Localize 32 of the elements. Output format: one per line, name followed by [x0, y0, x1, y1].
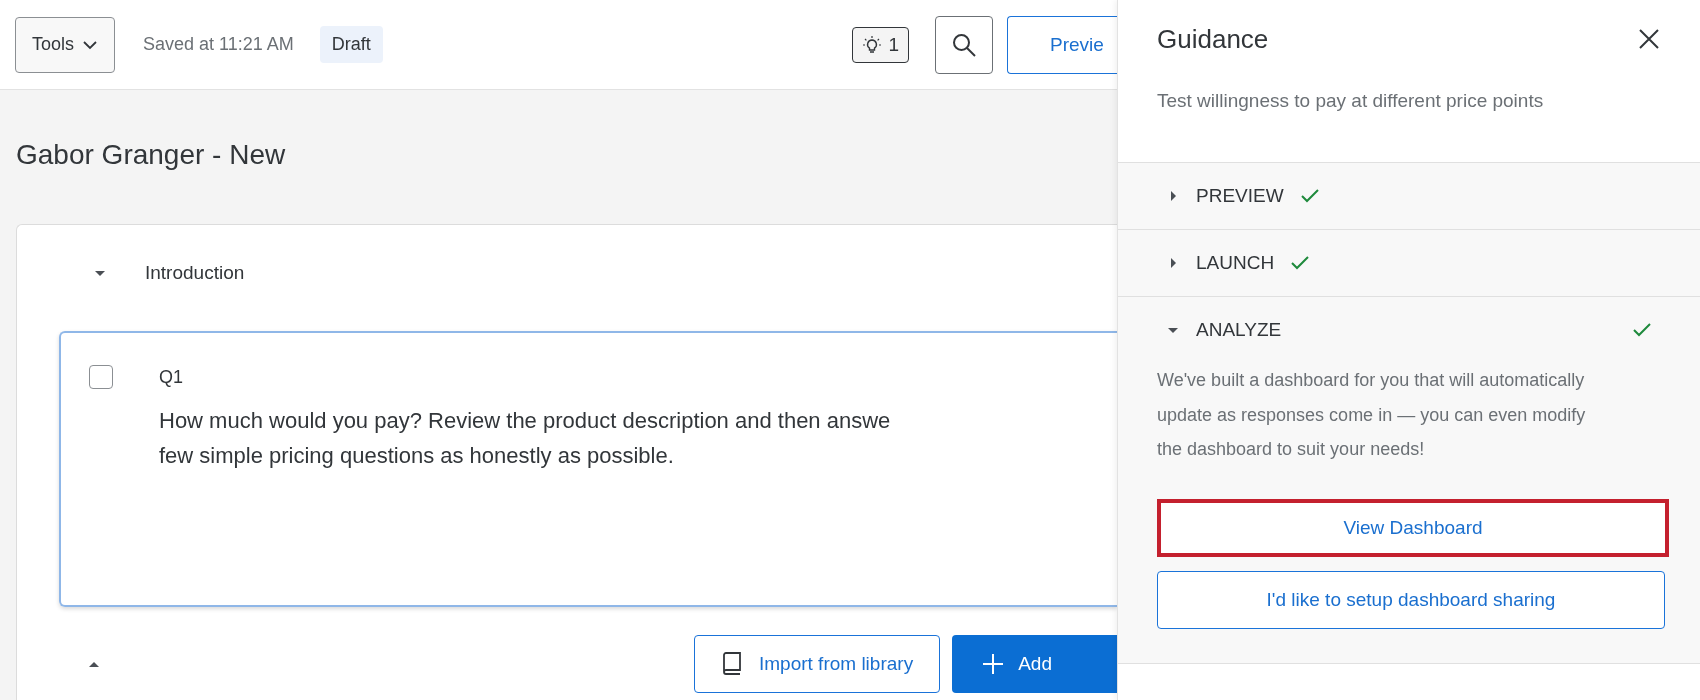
- question-card[interactable]: Q1 How much would you pay? Review the product description and then answe few simple pricing questions as honestly as possible.: [59, 331, 1117, 607]
- setup-sharing-button[interactable]: I'd like to setup dashboard sharing: [1157, 570, 1665, 629]
- section-description: We've built a dashboard for you that will automatically update as responses come in — you can even modify the dashboard to suit your needs!: [1156, 369, 1587, 461]
- checkmark-icon: [1290, 255, 1311, 271]
- question-number: Q1: [159, 366, 184, 389]
- panel-subtitle: Test willingness to pay at different price points: [1156, 89, 1545, 113]
- section-header[interactable]: LAUNCH: [1118, 230, 1700, 296]
- ideas-button[interactable]: 1: [852, 26, 909, 63]
- checkmark-icon: [1299, 188, 1320, 204]
- question-checkbox[interactable]: [89, 365, 113, 389]
- panel-title: Guidance: [1157, 23, 1270, 55]
- block-name: Introduction: [145, 262, 245, 284]
- book-icon: [721, 651, 743, 677]
- lightbulb-icon: [862, 34, 883, 55]
- plus-icon: [982, 653, 1005, 675]
- preview-button[interactable]: Previe: [1007, 15, 1117, 74]
- search-icon: [951, 31, 977, 58]
- section-header[interactable]: PREVIEW: [1118, 163, 1700, 229]
- status-badge: Draft: [319, 26, 383, 63]
- tools-menu-button[interactable]: Tools: [15, 16, 116, 73]
- import-from-library-button[interactable]: Import from library: [694, 635, 941, 693]
- question-text: How much would you pay? Review the product description and then answe: [159, 407, 892, 435]
- question-text: few simple pricing questions as honestly as possible.: [159, 442, 675, 470]
- survey-title: Gabor Granger - New: [15, 138, 287, 172]
- checkmark-icon: [1632, 322, 1652, 338]
- chevron-down-icon: [82, 39, 99, 50]
- search-button[interactable]: [935, 15, 993, 74]
- close-icon: [1638, 28, 1660, 50]
- saved-status: Saved at 11:21 AM: [143, 34, 294, 55]
- add-question-button[interactable]: Add: [952, 635, 1117, 693]
- view-dashboard-button[interactable]: View Dashboard: [1157, 498, 1669, 557]
- section-header[interactable]: ANALYZE: [1118, 297, 1700, 363]
